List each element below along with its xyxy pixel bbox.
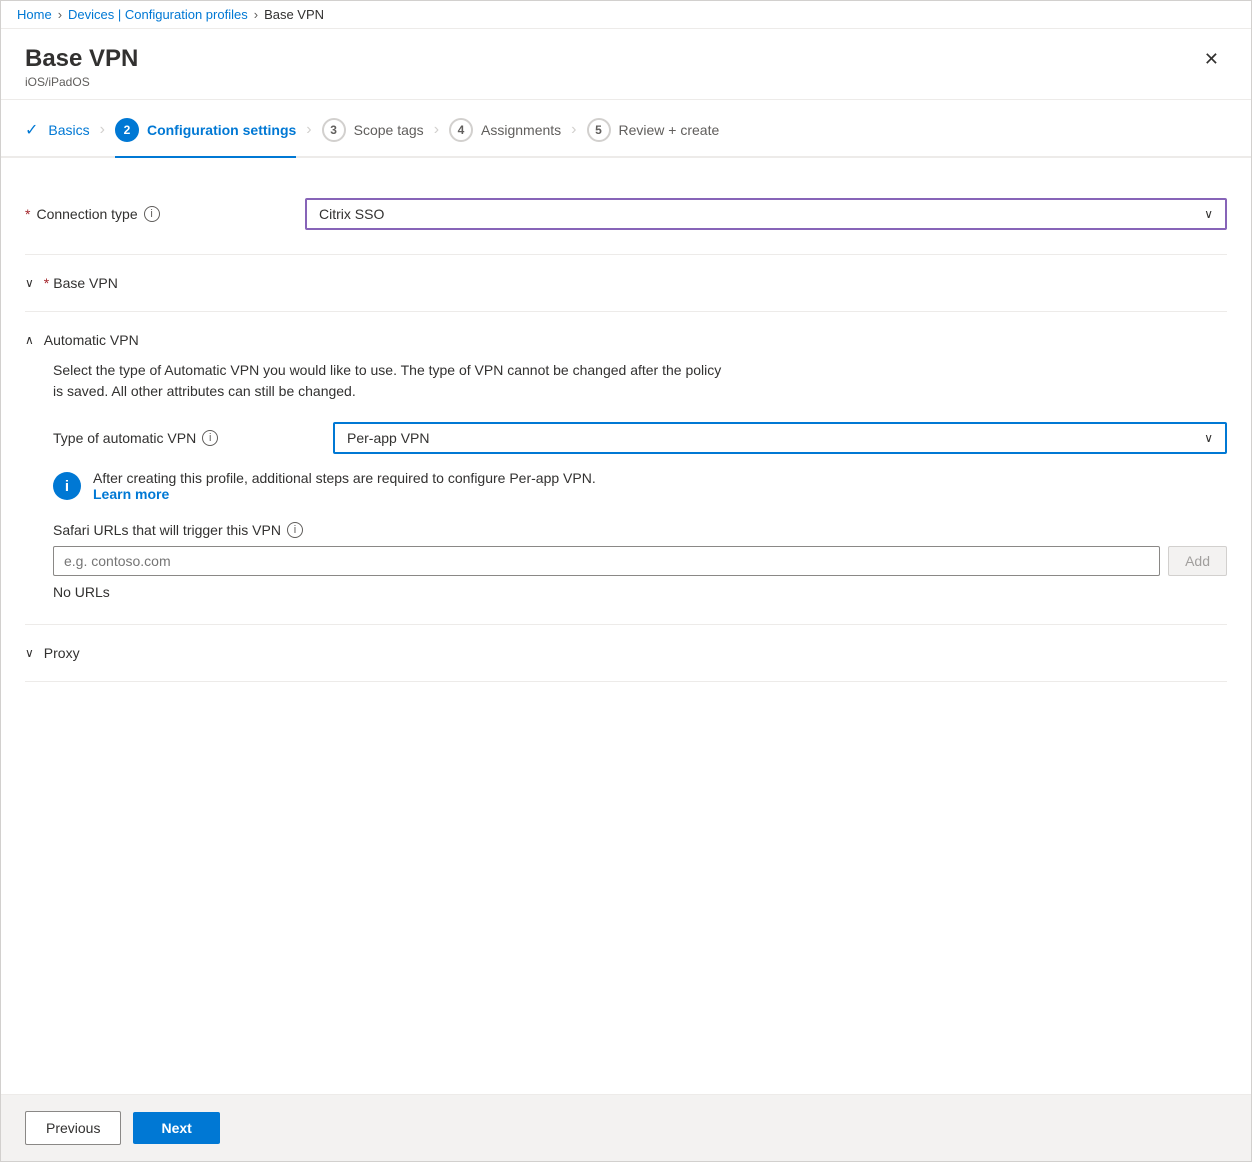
divider	[25, 681, 1227, 682]
step-check-icon: ✓	[25, 120, 38, 140]
type-vpn-info-icon[interactable]: i	[202, 430, 218, 446]
safari-urls-info-icon[interactable]: i	[287, 522, 303, 538]
info-box: i After creating this profile, additiona…	[53, 470, 1227, 502]
info-message: After creating this profile, additional …	[93, 470, 596, 486]
add-button[interactable]: Add	[1168, 546, 1227, 576]
step-review-label: Review + create	[619, 122, 720, 138]
base-vpn-title: * Base VPN	[44, 275, 118, 291]
chevron-right-icon: ∨	[25, 276, 34, 290]
safari-urls-section: Safari URLs that will trigger this VPN i…	[53, 522, 1227, 600]
breadcrumb: Home › Devices | Configuration profiles …	[17, 7, 324, 22]
step-assignments-number: 4	[449, 118, 473, 142]
type-vpn-label: Type of automatic VPN i	[53, 430, 333, 446]
divider	[25, 311, 1227, 312]
step-scope-number: 3	[322, 118, 346, 142]
required-star: *	[25, 206, 30, 222]
type-vpn-dropdown[interactable]: Per-app VPN ∨	[333, 422, 1227, 454]
automatic-vpn-section-header[interactable]: ∧ Automatic VPN	[25, 320, 1227, 360]
page-title: Base VPN	[25, 45, 138, 73]
connection-type-row: * Connection type i Citrix SSO ∨	[25, 198, 1227, 230]
step-scope-label: Scope tags	[354, 122, 424, 138]
automatic-vpn-description: Select the type of Automatic VPN you wou…	[53, 360, 733, 402]
learn-more-link[interactable]: Learn more	[93, 486, 169, 502]
divider	[25, 254, 1227, 255]
step-configuration[interactable]: 2 Configuration settings	[115, 118, 296, 156]
page-header: Base VPN iOS/iPadOS ✕	[1, 29, 1251, 100]
step-assignments[interactable]: 4 Assignments	[449, 118, 561, 156]
wizard-steps: ✓ Basics › 2 Configuration settings › 3 …	[1, 100, 1251, 158]
connection-type-info-icon[interactable]: i	[144, 206, 160, 222]
breadcrumb-home[interactable]: Home	[17, 7, 52, 22]
chevron-down-icon: ∨	[1204, 207, 1213, 221]
automatic-vpn-title: Automatic VPN	[44, 332, 139, 348]
step-review[interactable]: 5 Review + create	[587, 118, 720, 156]
proxy-section-header[interactable]: ∨ Proxy	[25, 633, 1227, 673]
breadcrumb-devices[interactable]: Devices | Configuration profiles	[68, 7, 248, 22]
step-configuration-number: 2	[115, 118, 139, 142]
safari-urls-input[interactable]	[53, 546, 1160, 576]
safari-urls-label: Safari URLs that will trigger this VPN i	[53, 522, 1227, 538]
automatic-vpn-content: Select the type of Automatic VPN you wou…	[25, 360, 1227, 616]
step-review-number: 5	[587, 118, 611, 142]
base-vpn-section-header[interactable]: ∨ * Base VPN	[25, 263, 1227, 303]
chevron-up-icon: ∧	[25, 333, 34, 347]
type-vpn-row: Type of automatic VPN i Per-app VPN ∨	[53, 422, 1227, 454]
next-button[interactable]: Next	[133, 1112, 219, 1144]
topbar: Home › Devices | Configuration profiles …	[1, 1, 1251, 29]
step-scope[interactable]: 3 Scope tags	[322, 118, 424, 156]
divider	[25, 624, 1227, 625]
breadcrumb-current: Base VPN	[264, 7, 324, 22]
chevron-right-icon: ∨	[25, 646, 34, 660]
connection-type-label: * Connection type i	[25, 206, 305, 222]
page-subtitle: iOS/iPadOS	[25, 75, 138, 89]
step-basics-label: Basics	[48, 122, 89, 138]
step-active-indicator	[115, 156, 296, 158]
step-basics[interactable]: ✓ Basics	[25, 120, 90, 154]
connection-type-dropdown[interactable]: Citrix SSO ∨	[305, 198, 1227, 230]
main-content: * Connection type i Citrix SSO ∨ ∨ * Bas…	[1, 158, 1251, 1094]
chevron-down-icon: ∨	[1204, 431, 1213, 445]
footer: Previous Next	[1, 1094, 1251, 1161]
no-urls-text: No URLs	[53, 584, 1227, 600]
previous-button[interactable]: Previous	[25, 1111, 121, 1145]
close-button[interactable]: ✕	[1196, 45, 1227, 74]
proxy-title: Proxy	[44, 645, 80, 661]
step-assignments-label: Assignments	[481, 122, 561, 138]
info-icon: i	[53, 472, 81, 500]
step-configuration-label: Configuration settings	[147, 122, 296, 138]
